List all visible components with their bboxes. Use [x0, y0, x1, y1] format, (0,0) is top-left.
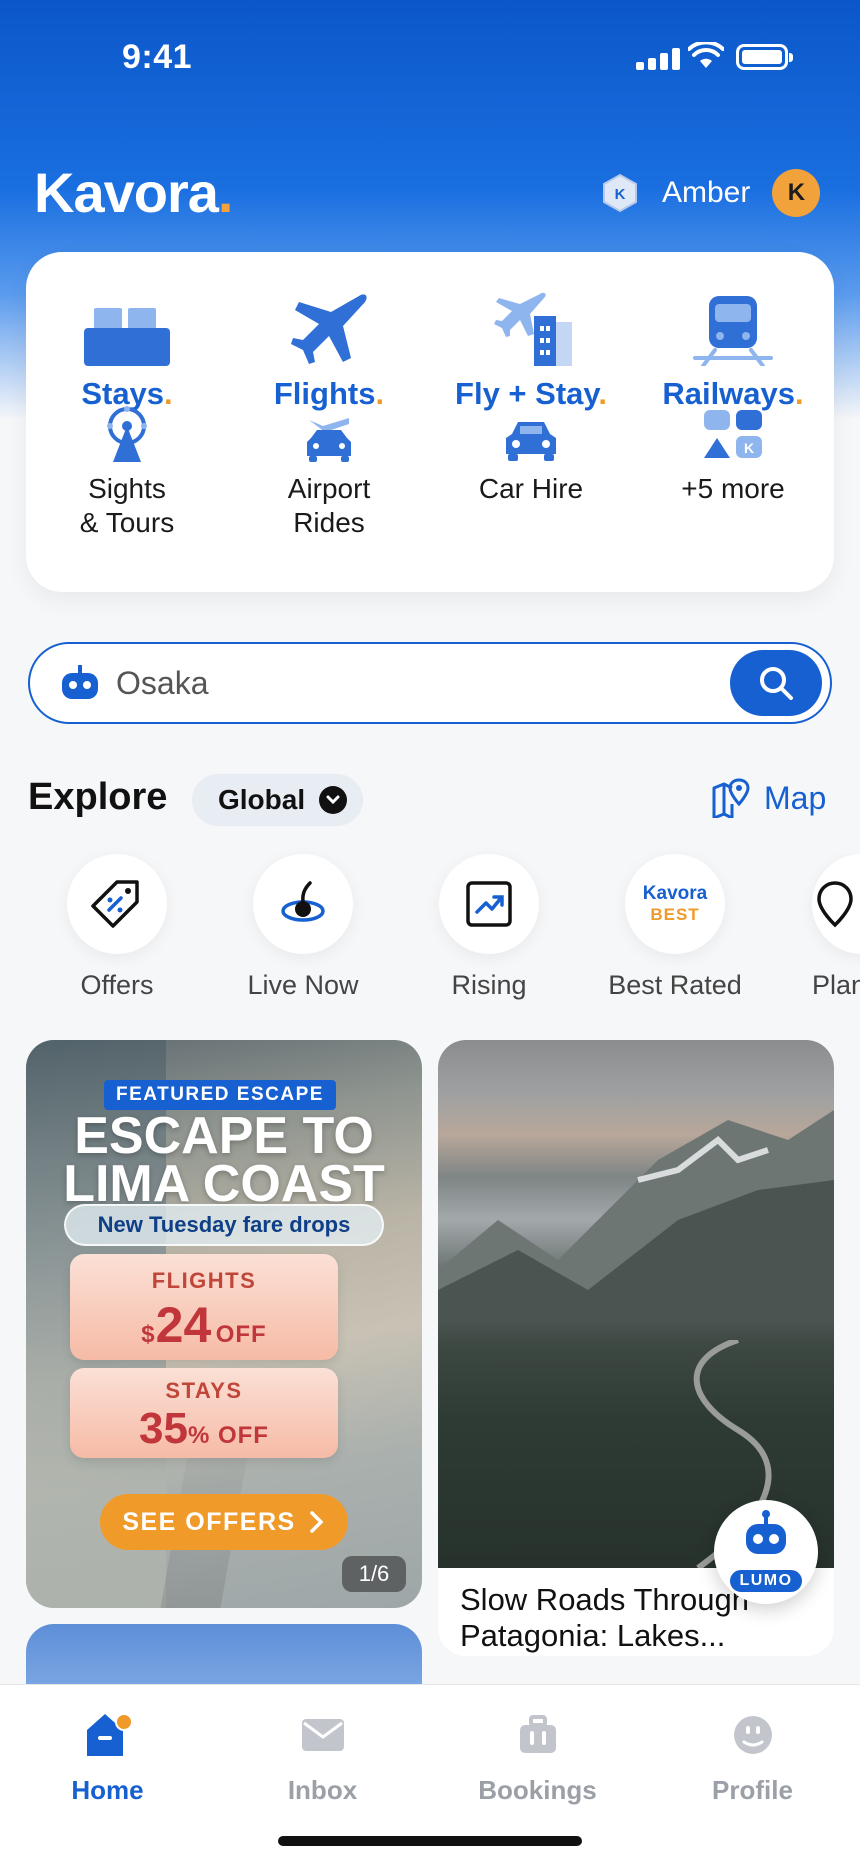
brand-logo[interactable]: Kavora. — [34, 160, 233, 225]
search-icon — [760, 667, 793, 700]
promo-title: ESCAPE TO LIMA COAST — [63, 1107, 385, 1213]
mail-icon — [215, 1707, 430, 1763]
promo-subtitle: New Tuesday fare drops — [64, 1204, 384, 1246]
categories-card: Stays. Flights. Fly + Stay. Railways. Si… — [26, 252, 834, 592]
status-time: 9:41 — [122, 38, 193, 76]
cellular-signal-icon — [636, 46, 680, 70]
category-fly-stay[interactable]: Fly + Stay. — [430, 286, 632, 412]
user-account[interactable]: K Amber K — [600, 168, 821, 218]
promo-badge: FEATURED ESCAPE — [104, 1080, 336, 1110]
tab-inbox[interactable]: Inbox — [215, 1707, 430, 1806]
category-airport-rides[interactable]: Airport Rides — [228, 412, 430, 540]
chevron-down-icon — [319, 786, 348, 814]
bed-icon — [26, 286, 228, 366]
search-bar[interactable]: Osaka — [28, 642, 832, 724]
location-pin-icon — [812, 854, 860, 954]
tab-home[interactable]: Home — [0, 1707, 215, 1806]
chip-live-now[interactable]: Live Now — [210, 854, 396, 1001]
chip-rising[interactable]: Rising — [396, 854, 582, 1001]
category-car-hire[interactable]: Car Hire — [430, 412, 632, 506]
car-icon — [430, 412, 632, 462]
stays-offer: STAYS 35% OFF — [70, 1368, 338, 1458]
member-tier-icon: K — [600, 173, 640, 213]
search-button[interactable] — [730, 650, 822, 716]
profile-icon — [645, 1707, 860, 1763]
tag-icon — [67, 854, 167, 954]
lumo-assistant-button[interactable]: LUMO — [714, 1500, 818, 1604]
map-pin-icon — [712, 778, 750, 818]
status-bar: 9:41 — [0, 0, 860, 110]
avatar[interactable]: K — [772, 169, 821, 217]
tab-profile[interactable]: Profile — [645, 1707, 860, 1806]
briefcase-icon — [430, 1707, 645, 1763]
region-selector[interactable]: Global — [192, 774, 364, 826]
airport-car-icon — [228, 412, 430, 462]
flights-offer: FLIGHTS $24 OFF — [70, 1254, 338, 1360]
tab-bookings[interactable]: Bookings — [430, 1707, 645, 1806]
battery-icon — [736, 44, 793, 70]
kavora-best-icon: Kavora BEST — [625, 854, 725, 954]
lumo-label: LUMO — [728, 1568, 804, 1594]
chip-best-rated[interactable]: Kavora BEST Best Rated — [582, 854, 768, 1001]
mountain-road-image — [438, 1040, 834, 1568]
search-input[interactable]: Osaka — [116, 665, 730, 702]
more-grid-icon: K — [632, 410, 834, 462]
category-flights[interactable]: Flights. — [228, 286, 430, 412]
promo-card[interactable]: FEATURED ESCAPE ESCAPE TO LIMA COAST New … — [26, 1040, 422, 1608]
home-indicator — [278, 1836, 582, 1846]
next-promo-card[interactable] — [26, 1624, 422, 1684]
category-railways[interactable]: Railways. — [632, 286, 834, 412]
svg-text:K: K — [744, 440, 754, 456]
home-icon — [0, 1707, 215, 1763]
chip-plan[interactable]: Plan — [768, 854, 860, 1001]
plane-icon — [228, 286, 430, 366]
chevron-right-icon — [309, 1511, 324, 1533]
category-more[interactable]: K +5 more — [632, 410, 834, 506]
chip-offers[interactable]: Offers — [24, 854, 210, 1001]
live-icon — [253, 854, 353, 954]
explore-heading: Explore — [28, 776, 168, 818]
user-name: Amber — [662, 176, 751, 209]
category-sights-tours[interactable]: Sights & Tours — [26, 406, 228, 540]
ferris-wheel-icon — [26, 406, 228, 462]
map-link[interactable]: Map — [712, 778, 826, 818]
wifi-icon — [688, 42, 724, 68]
svg-text:K: K — [615, 186, 626, 203]
robot-icon — [746, 1510, 786, 1554]
category-stays[interactable]: Stays. — [26, 286, 228, 412]
plane-hotel-icon — [430, 286, 632, 366]
assistant-bot-icon[interactable] — [60, 663, 100, 703]
carousel-pager: 1/6 — [342, 1556, 406, 1592]
train-icon — [632, 286, 834, 366]
trend-icon — [439, 854, 539, 954]
see-offers-button[interactable]: SEE OFFERS — [100, 1494, 348, 1550]
